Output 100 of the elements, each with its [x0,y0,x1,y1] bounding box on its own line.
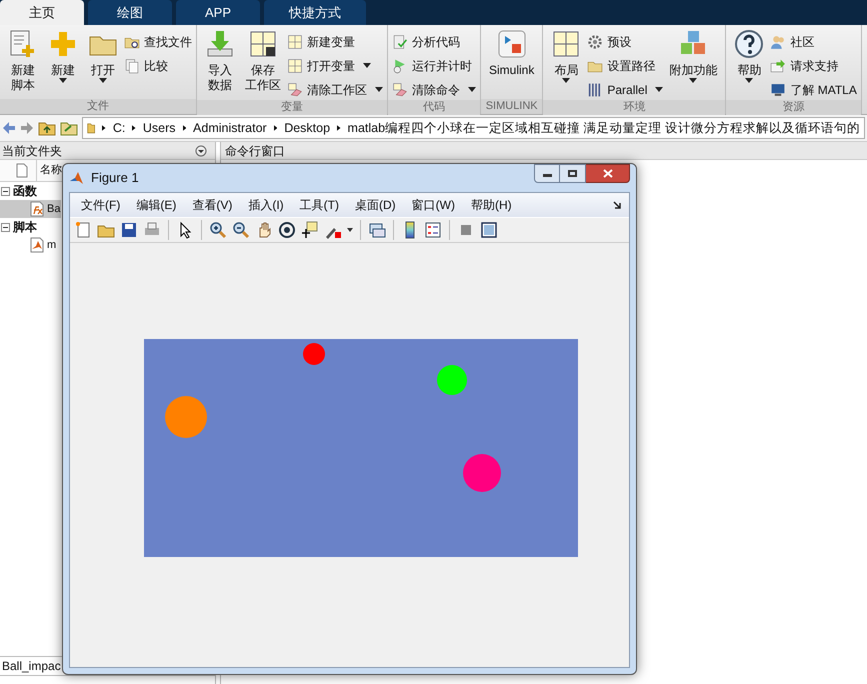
ribbon-button[interactable]: 设置路径 [587,55,664,76]
ribbon-button[interactable]: Simulink [485,29,538,78]
matlab-logo-icon [69,170,85,186]
ribbon-button[interactable]: 新建变量 [287,31,383,52]
minimize-button[interactable] [534,164,560,183]
ribbon-button[interactable]: Parallel [587,79,664,100]
file-row[interactable]: Ba [0,200,62,218]
ribbon-button[interactable]: 清除工作区 [287,79,383,100]
menu-item[interactable]: 帮助(H) [464,196,519,214]
column-header[interactable]: 名称 [40,162,62,179]
caret-icon[interactable] [347,228,353,232]
caret-icon [689,78,698,83]
menu-item[interactable]: 查看(V) [185,196,240,214]
ribbon-button[interactable]: 查找文件 [124,31,192,52]
ribbon-button[interactable]: 了解 MATLA [770,79,857,100]
new-file-icon[interactable] [74,221,92,239]
settings-icon [587,34,604,50]
ribbon-button[interactable]: 分析代码 [392,31,476,52]
path-segment[interactable]: Desktop [284,118,330,138]
path-field[interactable]: C: Users Administrator Desktop matlab编程四个小球在一定区域相互碰撞 满足动量定理 设计微分方程求解以及循环语句的 [82,117,865,139]
menu-item[interactable]: 插入(I) [241,196,291,214]
eraser-icon [287,82,303,98]
ribbon-button[interactable]: 帮助 [730,29,768,83]
ribbon-button[interactable]: 保存 工作区 [241,29,285,93]
ribbon-tab[interactable]: APP [176,0,260,25]
ribbon-button[interactable]: 导入 数据 [201,29,239,93]
documents-icon [124,58,140,74]
folder-browse-icon[interactable] [60,120,78,136]
dropdown-icon[interactable] [195,144,207,156]
chevron-icon [132,124,136,132]
ribbon-button[interactable]: 布局 [547,29,586,83]
people-icon [770,34,786,50]
ribbon-button[interactable]: 运行并计时 [392,55,476,76]
menu-item[interactable]: 工具(T) [292,196,346,214]
legend-icon[interactable] [424,221,442,239]
zoom-in-icon[interactable] [209,221,227,239]
menu-item[interactable]: 文件(F) [74,196,128,214]
ribbon-tab[interactable]: 快捷方式 [264,0,366,25]
ribbon-group-label: 文件 [0,99,196,114]
close-button[interactable] [586,164,630,183]
table-save-icon [248,29,278,59]
caret-icon [745,78,754,83]
block-diagram-icon [496,29,527,59]
path-segment[interactable]: Users [142,118,176,138]
folder-up-icon[interactable] [38,120,56,136]
menu-item[interactable]: 桌面(D) [348,196,403,214]
tree-toggle-icon[interactable] [1,186,10,196]
layout-icon [551,29,582,59]
ribbon-button[interactable]: 清除命令 [392,79,476,100]
caret-icon [375,87,383,92]
caret-icon [363,63,371,68]
window-title: Figure 1 [91,169,139,188]
ribbon-group-label: 代码 [388,100,480,115]
data-cursor-icon[interactable] [301,221,319,239]
ribbon-button[interactable]: 打开变量 [287,55,383,76]
tree-group[interactable]: 函数 [13,182,37,200]
panel-icon[interactable] [480,221,498,239]
panel-title: 当前文件夹 [2,142,62,160]
ribbon-button[interactable]: 新建 [44,29,82,83]
ribbon-tab[interactable]: 绘图 [88,0,172,25]
chevron-icon [102,124,106,132]
caret-icon [562,78,570,83]
link-icon[interactable] [368,221,386,239]
chevron-icon [337,124,341,132]
ribbon-button[interactable]: 附加功能 [665,29,722,83]
menu-item[interactable]: 编辑(E) [129,196,184,214]
ribbon-button[interactable]: 比较 [124,55,192,76]
table-icon [287,34,303,50]
script-file-icon [29,237,45,253]
ribbon-button[interactable]: 新建 脚本 [4,29,42,93]
path-segment[interactable]: matlab编程四个小球在一定区域相互碰撞 满足动量定理 设计微分方程求解以及循环语句的 [348,118,860,138]
caret-icon [655,87,664,92]
forward-arrow-icon[interactable] [20,121,34,135]
caret-icon [468,87,476,92]
tree-toggle-icon[interactable] [1,222,10,232]
tree-group[interactable]: 脚本 [13,218,37,236]
ribbon-tab[interactable]: 主页 [0,0,84,25]
envelope-arrow-icon [770,58,786,74]
maximize-button[interactable] [560,164,586,183]
ribbon-group-label: 变量 [197,100,387,115]
ribbon-button[interactable]: 预设 [587,31,664,52]
back-arrow-icon[interactable] [2,121,16,135]
document-check-icon [392,34,408,50]
chevron-icon [274,124,278,132]
ribbon-button[interactable]: 社区 [770,31,857,52]
file-row[interactable]: m [0,236,58,254]
details-filename: Ball_impac [2,658,61,675]
ribbon-button[interactable]: 打开 [84,29,122,83]
monitor-icon [770,82,786,98]
dock-arrow-icon [613,201,621,209]
plus-icon [48,29,78,59]
zoom-out-icon[interactable] [232,221,250,239]
menu-item[interactable]: 窗口(W) [404,196,462,214]
function-file-icon [29,201,45,217]
ribbon-group-label: 环境 [543,100,726,115]
caret-icon [99,78,107,83]
ribbon-button[interactable]: 请求支持 [770,55,857,76]
path-segment[interactable]: Administrator [193,118,267,138]
save-icon[interactable] [120,221,138,239]
path-segment[interactable]: C: [112,118,126,138]
